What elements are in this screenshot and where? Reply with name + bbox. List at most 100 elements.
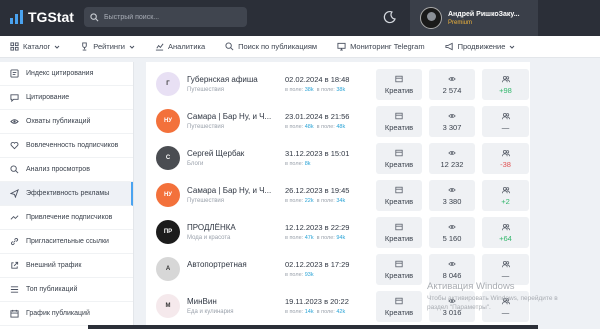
grid-icon: [10, 42, 19, 51]
creative-icon: [395, 149, 403, 156]
table-row[interactable]: С Сергей Щербак Блоги 31.12.2023 в 15:01 в п…: [146, 140, 530, 177]
sidebar-item-3[interactable]: Вовлеченность подписчиков: [0, 134, 133, 158]
creative-icon: [395, 297, 403, 304]
creative-icon: [395, 112, 403, 119]
channel-category: Еда и кулинария: [187, 309, 234, 315]
channel-subscribers: в поле: 93k: [285, 272, 314, 278]
calendar-icon: [10, 309, 19, 318]
channel-name[interactable]: Сергей Щербак: [187, 149, 273, 158]
sidebar-item-label: Пригласительные ссылки: [26, 238, 109, 245]
sidebar-item-6[interactable]: Привлечение подписчиков: [0, 206, 133, 230]
creative-button[interactable]: Креатив: [376, 291, 422, 322]
creative-button[interactable]: Креатив: [376, 180, 422, 211]
chart-icon: [155, 42, 164, 51]
views-cell: 3 307: [429, 106, 475, 137]
channel-name[interactable]: Автопортретная: [187, 260, 273, 269]
logo[interactable]: TGStat: [10, 9, 74, 25]
channel-avatar[interactable]: Г: [156, 72, 180, 96]
sidebar-item-1[interactable]: Цитирование: [0, 86, 133, 110]
channel-avatar[interactable]: А: [156, 257, 180, 281]
channel-category: Блоги: [187, 161, 204, 167]
channel-avatar[interactable]: М: [156, 294, 180, 318]
sidebar-item-5[interactable]: Эффективность рекламы: [0, 182, 133, 206]
creative-button[interactable]: Креатив: [376, 69, 422, 100]
table-row[interactable]: Г Губернская афиша Путешествия 02.02.2024 в…: [146, 66, 530, 103]
nav-item-label: Каталог: [23, 42, 51, 51]
table-row[interactable]: НУ Самара | Бар Ну, и Ч... Путешествия 26.1…: [146, 177, 530, 214]
user-menu[interactable]: Андрей РишкоЗаку... Premium: [410, 0, 538, 36]
channel-category: Путешествия: [187, 124, 225, 130]
sidebar-item-label: Эффективность рекламы: [26, 190, 110, 197]
user-name: Андрей РишкоЗаку...: [448, 10, 520, 18]
growth-value: —: [501, 270, 510, 280]
channel-category: Мода и красота: [187, 235, 231, 241]
channel-avatar[interactable]: НУ: [156, 183, 180, 207]
views-value: 2 574: [442, 85, 462, 95]
sidebar-item-9[interactable]: Топ публикаций: [0, 278, 133, 302]
sidebar-item-0[interactable]: Индекс цитирования: [0, 62, 133, 86]
channel-subscribers: в поле: 38k в поле: 38k: [285, 87, 346, 93]
views-icon: [448, 113, 456, 118]
creative-icon: [395, 260, 403, 267]
post-date: 19.11.2023 в 20:22: [285, 297, 349, 306]
nav-item-0[interactable]: Каталог: [0, 36, 70, 57]
search-box[interactable]: [84, 7, 247, 27]
sidebar-item-10[interactable]: График публикаций: [0, 302, 133, 326]
growth-cell: +64: [482, 217, 529, 248]
megaphone-icon: [445, 42, 454, 51]
sidebar-item-4[interactable]: Анализ просмотров: [0, 158, 133, 182]
growth-value: +2: [501, 196, 510, 206]
sidebar-item-7[interactable]: Пригласительные ссылки: [0, 230, 133, 254]
channel-avatar[interactable]: С: [156, 146, 180, 170]
table-row[interactable]: НУ Самара | Бар Ну, и Ч... Путешествия 23.0…: [146, 103, 530, 140]
views-cell: 12 232: [429, 143, 475, 174]
nav-item-label: Мониторинг Telegram: [350, 42, 425, 51]
quote-icon: [10, 69, 19, 78]
trophy-icon: [80, 42, 89, 51]
creative-button[interactable]: Креатив: [376, 254, 422, 285]
sidebar-item-8[interactable]: Внешний трафик: [0, 254, 133, 278]
sidebar-item-label: Привлечение подписчиков: [26, 214, 113, 221]
subscribers-icon: [501, 149, 510, 156]
channel-category: Путешествия: [187, 87, 225, 93]
moon-icon[interactable]: [383, 10, 397, 24]
top-bar: TGStat Андрей РишкоЗаку... Premium: [0, 0, 600, 36]
views-cell: 2 574: [429, 69, 475, 100]
channel-name[interactable]: Самара | Бар Ну, и Ч...: [187, 186, 273, 195]
channel-avatar[interactable]: ПР: [156, 220, 180, 244]
sidebar-item-label: Топ публикаций: [26, 286, 78, 293]
table-row[interactable]: ПР ПРОДЛЁНКА Мода и красота 12.12.2023 в 22…: [146, 214, 530, 251]
views-value: 3 380: [442, 196, 462, 206]
channel-name[interactable]: МинВин: [187, 297, 273, 306]
subscribers-icon: [501, 112, 510, 119]
sidebar-item-label: График публикаций: [26, 310, 90, 317]
nav-item-1[interactable]: Рейтинги: [70, 36, 145, 57]
sidebar-item-2[interactable]: Охваты публикаций: [0, 110, 133, 134]
channel-category: Путешествия: [187, 198, 225, 204]
subscribers-icon: [501, 260, 510, 267]
channel-subscribers: в поле: 47k в поле: 94k: [285, 235, 346, 241]
monitor-icon: [337, 42, 346, 51]
channel-name[interactable]: Самара | Бар Ну, и Ч...: [187, 112, 273, 121]
logo-icon: [10, 10, 24, 24]
nav-item-label: Аналитика: [168, 42, 206, 51]
sidebar-item-label: Индекс цитирования: [26, 70, 94, 77]
creative-button[interactable]: Креатив: [376, 143, 422, 174]
nav-item-4[interactable]: Мониторинг Telegram: [327, 36, 435, 57]
channel-name[interactable]: Губернская афиша: [187, 75, 273, 84]
channel-name[interactable]: ПРОДЛЁНКА: [187, 223, 273, 232]
creative-icon: [395, 186, 403, 193]
nav-item-3[interactable]: Поиск по публикациям: [215, 36, 327, 57]
heart-icon: [10, 141, 19, 150]
nav-item-2[interactable]: Аналитика: [145, 36, 215, 57]
creative-button[interactable]: Креатив: [376, 217, 422, 248]
chevron-down-icon: [54, 45, 60, 49]
nav-item-5[interactable]: Продвижение: [435, 36, 526, 57]
nav-item-label: Рейтинги: [93, 42, 125, 51]
channel-avatar[interactable]: НУ: [156, 109, 180, 133]
sidebar-item-label: Вовлеченность подписчиков: [26, 142, 119, 149]
search-input[interactable]: [104, 13, 234, 21]
growth-cell: —: [482, 106, 529, 137]
logo-text: TGStat: [28, 9, 74, 25]
creative-button[interactable]: Креатив: [376, 106, 422, 137]
